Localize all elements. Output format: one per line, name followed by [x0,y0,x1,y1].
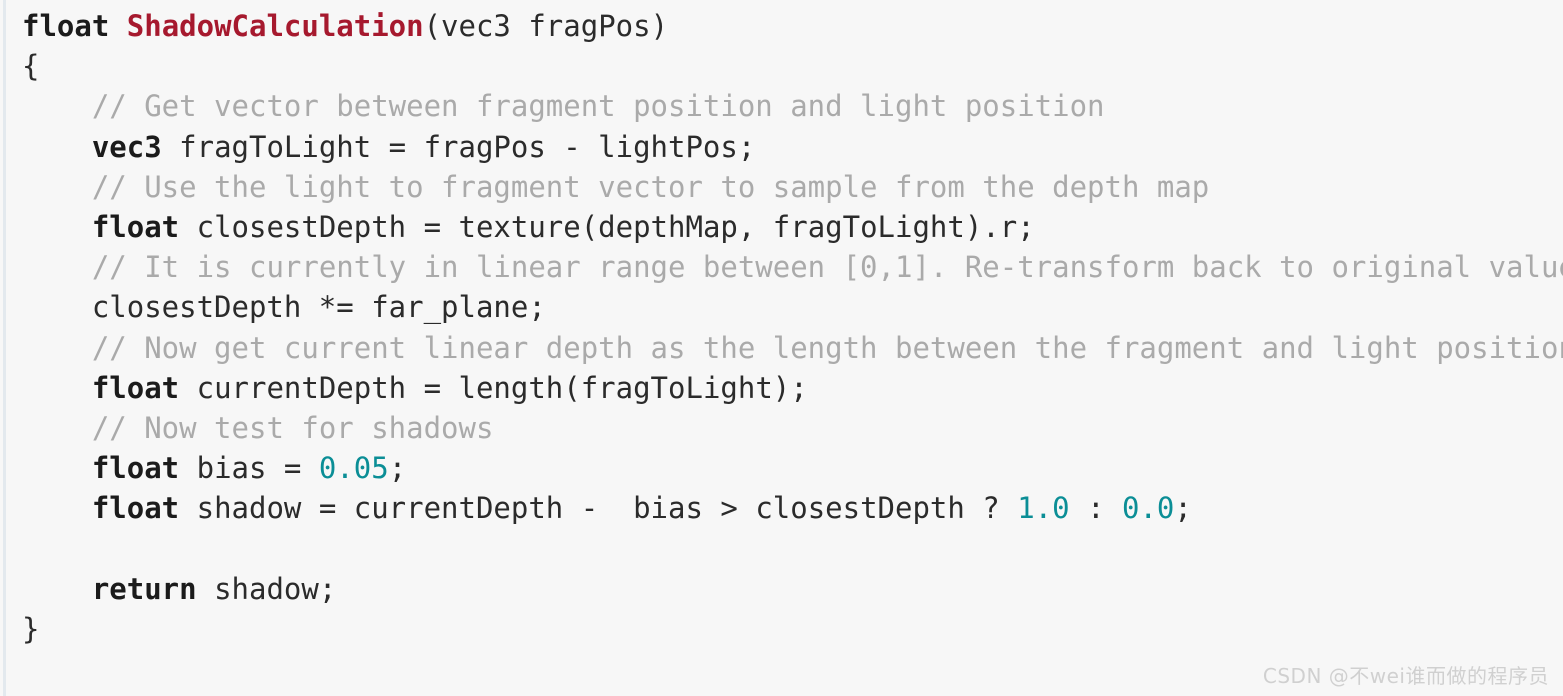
code-token-fn: ShadowCalculation [126,9,424,43]
code-token-kw: float [91,491,180,526]
code-token-num: 0.05 [318,451,389,486]
code-token-pl: (vec3 fragPos) [423,9,669,43]
code-line: float closestDepth = texture(depthMap, f… [22,207,1563,247]
code-token-cm: // Get vector between fragment position … [91,89,1105,124]
code-line: // Get vector between fragment position … [22,86,1563,126]
code-token-pl: currentDepth = length(fragToLight); [179,370,808,405]
code-token-kw: float [91,451,180,486]
code-token-kw: return [91,571,197,606]
code-token-pl: { [22,49,40,84]
code-token-kw: float [91,209,180,244]
code-block: float ShadowCalculation(vec3 fragPos){ /… [22,6,1563,649]
code-line: closestDepth *= far_plane; [22,287,1563,327]
code-token-cm: // Now test for shadows [91,410,494,445]
code-line: return shadow; [22,569,1563,609]
code-token-pl: shadow = currentDepth - bias > closestDe… [179,491,1018,526]
code-token-pl: fragToLight = fragPos - lightPos; [161,129,756,164]
code-line: // Now test for shadows [22,408,1563,448]
code-token-pl: } [22,611,40,646]
left-gutter-stripe [3,0,6,696]
csdn-watermark: CSDN @不wei谁而做的程序员 [1262,664,1549,688]
code-line: vec3 fragToLight = fragPos - lightPos; [22,127,1563,167]
code-token-cm: // It is currently in linear range betwe… [91,250,1563,285]
code-line: } [22,609,1563,649]
code-line: // It is currently in linear range betwe… [22,247,1563,287]
code-token-pl: closestDepth = texture(depthMap, fragToL… [179,209,1035,244]
code-token-cm: // Now get current linear depth as the l… [91,330,1563,365]
code-token-kw: float [22,9,110,43]
code-line: float ShadowCalculation(vec3 fragPos) [22,6,1563,46]
code-token-pl: ; [1174,491,1192,526]
code-token-num: 1.0 [1017,491,1070,526]
code-line: float shadow = currentDepth - bias > clo… [22,488,1563,528]
code-token-cm: // Use the light to fragment vector to s… [91,169,1210,204]
code-token-pl: shadow; [196,571,337,606]
code-line: { [22,46,1563,86]
code-token-num: 0.0 [1122,491,1175,526]
code-line: float bias = 0.05; [22,448,1563,488]
code-token-pl: closestDepth *= far_plane; [22,290,546,325]
code-line: float currentDepth = length(fragToLight)… [22,368,1563,408]
code-token-pl: : [1069,491,1122,526]
code-token-pl: ; [388,451,407,486]
code-token-kw: vec3 [91,129,162,164]
code-line: // Use the light to fragment vector to s… [22,167,1563,207]
code-line: // Now get current linear depth as the l… [22,328,1563,368]
code-token-pl: bias = [179,451,319,486]
code-snippet-image: float ShadowCalculation(vec3 fragPos){ /… [0,0,1563,696]
code-token-kw: float [91,370,180,405]
